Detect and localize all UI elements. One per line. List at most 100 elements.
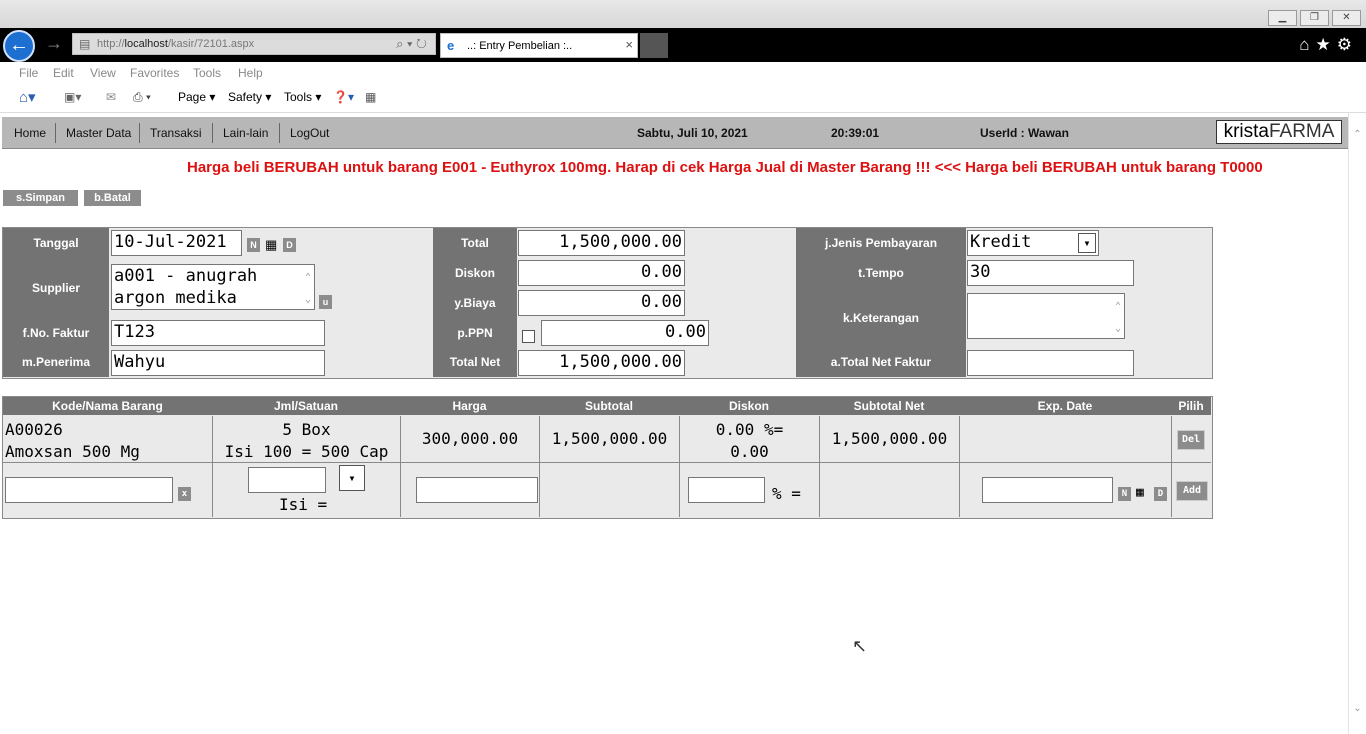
penerima-input[interactable]: Wahyu (111, 350, 325, 376)
forward-button[interactable]: → (45, 33, 63, 54)
totalnet-input[interactable]: 1,500,000.00 (518, 350, 685, 376)
price-change-marquee: Harga beli BERUBAH untuk barang E001 - E… (187, 159, 1263, 176)
calendar-icon[interactable]: ▦ (1136, 486, 1149, 500)
page-scrollbar[interactable]: ⌃ ⌄ (1348, 113, 1366, 734)
address-bar[interactable]: ▤ http://localhost/kasir/72101.aspx ⌕ ▾ … (72, 33, 436, 55)
entry-cell-pilih: Add (1171, 463, 1211, 517)
menu-edit[interactable]: Edit (53, 66, 74, 80)
col-exp-date: Exp. Date (959, 397, 1171, 415)
diskon-input[interactable]: 0.00 (518, 260, 685, 286)
browser-navbar: ← → ▤ http://localhost/kasir/72101.aspx … (0, 28, 1366, 62)
nav-lain-lain[interactable]: Lain-lain (223, 126, 268, 140)
cell-subtotal-net: 1,500,000.00 (819, 416, 959, 462)
page-menu[interactable]: Page ▾ (178, 90, 215, 104)
nav-transaksi[interactable]: Transaksi (150, 126, 202, 140)
ppn-checkbox[interactable] (522, 330, 535, 343)
entry-kode-input[interactable] (5, 477, 173, 503)
col-harga: Harga (400, 397, 539, 415)
nav-home[interactable]: Home (14, 126, 46, 140)
print-icon[interactable]: ⎙ ▾ (133, 90, 151, 105)
back-button[interactable]: ← (3, 30, 35, 62)
home-icon[interactable]: ⌂▾ (19, 88, 36, 106)
tools-menu[interactable]: Tools ▾ (284, 90, 321, 104)
browser-toolbar-icons[interactable]: ⌂★⚙ (1299, 35, 1358, 55)
research-icon[interactable]: ▦ (365, 90, 376, 104)
cell-harga: 300,000.00 (400, 416, 539, 462)
current-date: Sabtu, Juli 10, 2021 (637, 126, 748, 140)
minimize-button[interactable]: ▁ (1268, 10, 1297, 26)
entry-cell-subtotal (539, 463, 679, 517)
tanggal-label: Tanggal (33, 236, 79, 250)
jenis-pembayaran-select[interactable]: Kredit ▾ (967, 230, 1099, 256)
faktur-input[interactable]: T123 (111, 320, 325, 346)
entry-exp-input[interactable] (982, 477, 1113, 503)
ppn-input[interactable]: 0.00 (541, 320, 709, 346)
calendar-icon[interactable]: ▦ (265, 238, 278, 252)
nav-divider (55, 123, 56, 143)
scroll-down-icon[interactable]: ⌄ (305, 289, 311, 309)
mail-icon[interactable]: ✉ (106, 90, 116, 104)
user-id: UserId : Wawan (980, 126, 1069, 140)
entry-cell-subtotal-net (819, 463, 959, 517)
scroll-up-icon[interactable]: ⌃ (1349, 129, 1366, 140)
close-tab-icon[interactable]: × (625, 37, 633, 52)
exp-now-button[interactable]: N (1118, 487, 1131, 501)
feeds-icon[interactable]: ▣▾ (64, 90, 81, 104)
entry-cell-jml: ▾ Isi = (212, 463, 400, 517)
item-diskon-pct: 0.00 %= (715, 420, 784, 439)
col-diskon: Diskon (679, 397, 819, 415)
scroll-down-icon[interactable]: ⌄ (1349, 703, 1366, 714)
safety-menu[interactable]: Safety ▾ (228, 90, 271, 104)
scroll-up-icon[interactable]: ⌃ (1115, 296, 1121, 318)
ppn-label: p.PPN (457, 326, 493, 340)
tanggal-d-button[interactable]: D (283, 238, 296, 252)
page-icon: ▤ (79, 37, 91, 51)
restore-button[interactable]: ❐ (1300, 10, 1329, 26)
entry-jml-input[interactable] (248, 467, 326, 493)
tempo-input[interactable]: 30 (967, 260, 1134, 286)
keterangan-textarea[interactable]: ⌃ ⌄ (967, 293, 1125, 339)
supplier-textarea[interactable]: a001 - anugrah argon medika ⌃ ⌄ (111, 264, 315, 310)
chevron-down-icon: ▾ (348, 471, 356, 485)
new-tab-button[interactable] (640, 33, 668, 58)
item-qty: 5 Box (282, 420, 331, 439)
totalfaktur-input[interactable] (967, 350, 1134, 376)
help-icon[interactable]: ❓▾ (333, 90, 354, 104)
tanggal-now-button[interactable]: N (247, 238, 260, 252)
satuan-select[interactable]: ▾ (339, 465, 365, 491)
clear-kode-button[interactable]: x (178, 487, 191, 501)
scroll-up-icon[interactable]: ⌃ (305, 267, 311, 289)
close-window-button[interactable]: ✕ (1332, 10, 1361, 26)
simpan-button[interactable]: s.Simpan (3, 190, 78, 206)
batal-button[interactable]: b.Batal (84, 190, 141, 206)
nav-master-data[interactable]: Master Data (66, 126, 131, 140)
total-input[interactable]: 1,500,000.00 (518, 230, 685, 256)
delete-row-button[interactable]: Del (1177, 430, 1205, 450)
item-name: Amoxsan 500 Mg (5, 442, 140, 461)
entry-cell-kode: x (3, 463, 212, 517)
col-jml-satuan: Jml/Satuan (212, 397, 400, 415)
scroll-down-icon[interactable]: ⌄ (1115, 318, 1121, 338)
cell-exp-date (959, 416, 1171, 462)
nav-logout[interactable]: LogOut (290, 126, 329, 140)
browser-tab[interactable]: e ..: Entry Pembelian :.. × (440, 33, 638, 58)
menu-view[interactable]: View (90, 66, 116, 80)
cell-pilih: Del (1171, 416, 1211, 462)
menu-help[interactable]: Help (238, 66, 263, 80)
entry-harga-input[interactable] (416, 477, 538, 503)
search-refresh-icons[interactable]: ⌕ ▾ ↻ (396, 36, 427, 52)
menu-favorites[interactable]: Favorites (130, 66, 179, 80)
entry-diskon-input[interactable] (688, 477, 765, 503)
tanggal-input[interactable]: 10-Jul-2021 (111, 230, 242, 256)
supplier-u-button[interactable]: u (319, 295, 332, 309)
totalnet-label: Total Net (449, 355, 501, 369)
biaya-input[interactable]: 0.00 (518, 290, 685, 316)
add-row-button[interactable]: Add (1176, 481, 1208, 501)
nav-divider (279, 123, 280, 143)
entry-cell-diskon: % = (679, 463, 819, 517)
exp-d-button[interactable]: D (1154, 487, 1167, 501)
menu-tools[interactable]: Tools (193, 66, 221, 80)
menu-file[interactable]: File (19, 66, 38, 80)
chevron-down-icon[interactable]: ▾ (1078, 233, 1096, 253)
current-time: 20:39:01 (831, 126, 880, 140)
